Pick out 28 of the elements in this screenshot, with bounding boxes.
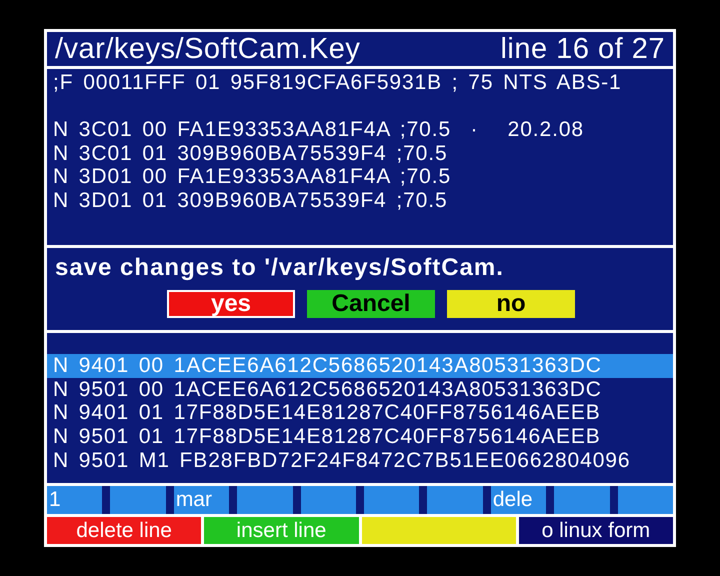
function-slot — [427, 486, 483, 514]
dialog-button[interactable]: Cancel — [307, 290, 435, 318]
function-label[interactable]: 1 — [47, 486, 102, 514]
function-label[interactable]: mar — [174, 486, 230, 514]
function-slot — [300, 486, 356, 514]
color-key[interactable] — [362, 517, 516, 544]
code-line[interactable]: N 3C01 00 FA1E93353AA81F4A ;70.5 · 20.2.08 — [47, 118, 673, 142]
code-line[interactable]: N 9401 01 17F88D5E14E81287C40FF8756146AEEB — [47, 401, 673, 425]
function-slot — [237, 486, 293, 514]
dialog-message: save changes to '/var/keys/SoftCam. — [54, 253, 505, 282]
dialog-button[interactable]: no — [447, 290, 575, 318]
code-line[interactable]: N 3C01 01 309B960BA75539F4 ;70.5 — [47, 142, 673, 166]
line-position: line 16 of 27 — [500, 32, 665, 66]
dialog-button[interactable]: yes — [167, 290, 295, 318]
code-line[interactable]: N 9501 01 17F88D5E14E81287C40FF8756146AEEB — [47, 424, 673, 448]
color-key[interactable]: delete line — [47, 517, 202, 544]
function-label[interactable]: dele — [490, 486, 546, 514]
color-key[interactable]: o linux form — [518, 517, 673, 544]
file-path: /var/keys/SoftCam.Key — [55, 32, 360, 66]
function-slot — [364, 486, 420, 514]
code-line[interactable]: N 3D01 01 309B960BA75539F4 ;70.5 — [47, 188, 673, 213]
code-line[interactable]: N 3D01 00 FA1E93353AA81F4A ;70.5 — [47, 165, 673, 189]
code-line[interactable]: N 9501 00 1ACEE6A612C5686520143A80531363DC — [47, 378, 673, 402]
code-line[interactable]: ;F 00011FFF 01 95F819CFA6F5931B ; 75 NTS ABS-1 — [47, 71, 673, 95]
code-line[interactable]: N 9501 M1 FB28FBD72F24F8472C7B51EE0662804096 — [47, 448, 673, 472]
function-slot — [554, 486, 610, 514]
function-slot — [618, 486, 674, 514]
function-slot — [110, 486, 166, 514]
